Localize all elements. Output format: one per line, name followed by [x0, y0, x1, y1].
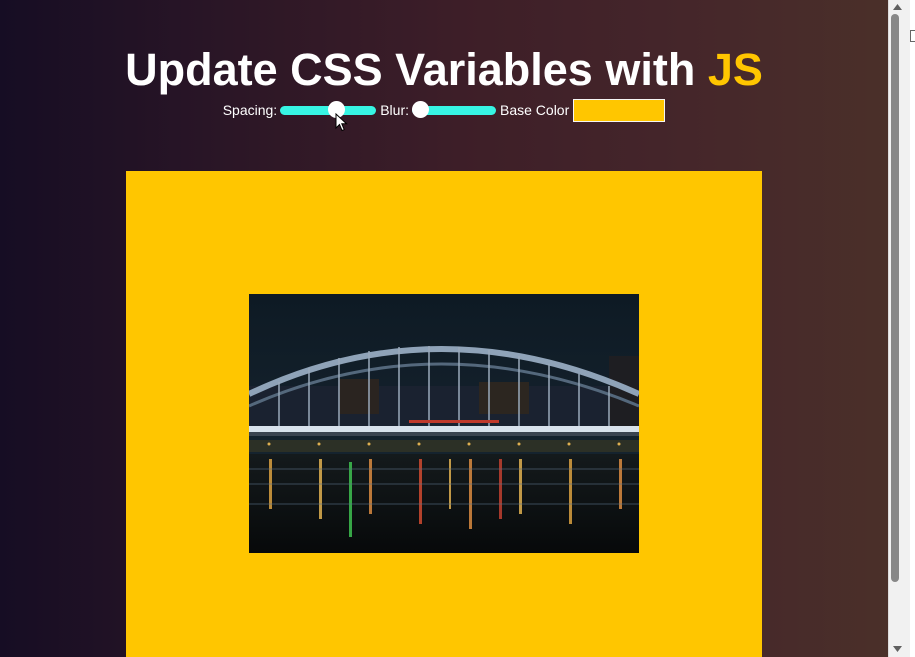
base-color-label: Base Color [500, 102, 570, 118]
image-frame [126, 171, 762, 657]
chevron-up-icon[interactable] [893, 4, 902, 10]
blur-slider-thumb[interactable] [412, 101, 429, 118]
mouse-pointer-icon [335, 113, 348, 132]
spacing-slider[interactable] [280, 101, 377, 118]
scrollbar-thumb[interactable] [891, 14, 899, 582]
chevron-down-icon[interactable] [893, 646, 902, 652]
bridge-image [249, 294, 639, 553]
spacing-label: Spacing: [222, 102, 278, 118]
bridge-photo [249, 294, 639, 553]
controls-bar: Spacing: Blur: Base Color [0, 96, 888, 124]
devtools-toggle-icon[interactable] [910, 30, 915, 42]
base-color-picker[interactable] [573, 98, 666, 122]
page: Update CSS Variables with JS Spacing: Bl… [0, 0, 888, 657]
blur-slider[interactable] [412, 101, 496, 118]
devtools-edge [910, 0, 915, 657]
title-text: Update CSS Variables with [125, 44, 708, 95]
title-highlight: JS [707, 44, 763, 95]
blur-label: Blur: [380, 102, 409, 118]
page-title: Update CSS Variables with JS [0, 42, 888, 98]
